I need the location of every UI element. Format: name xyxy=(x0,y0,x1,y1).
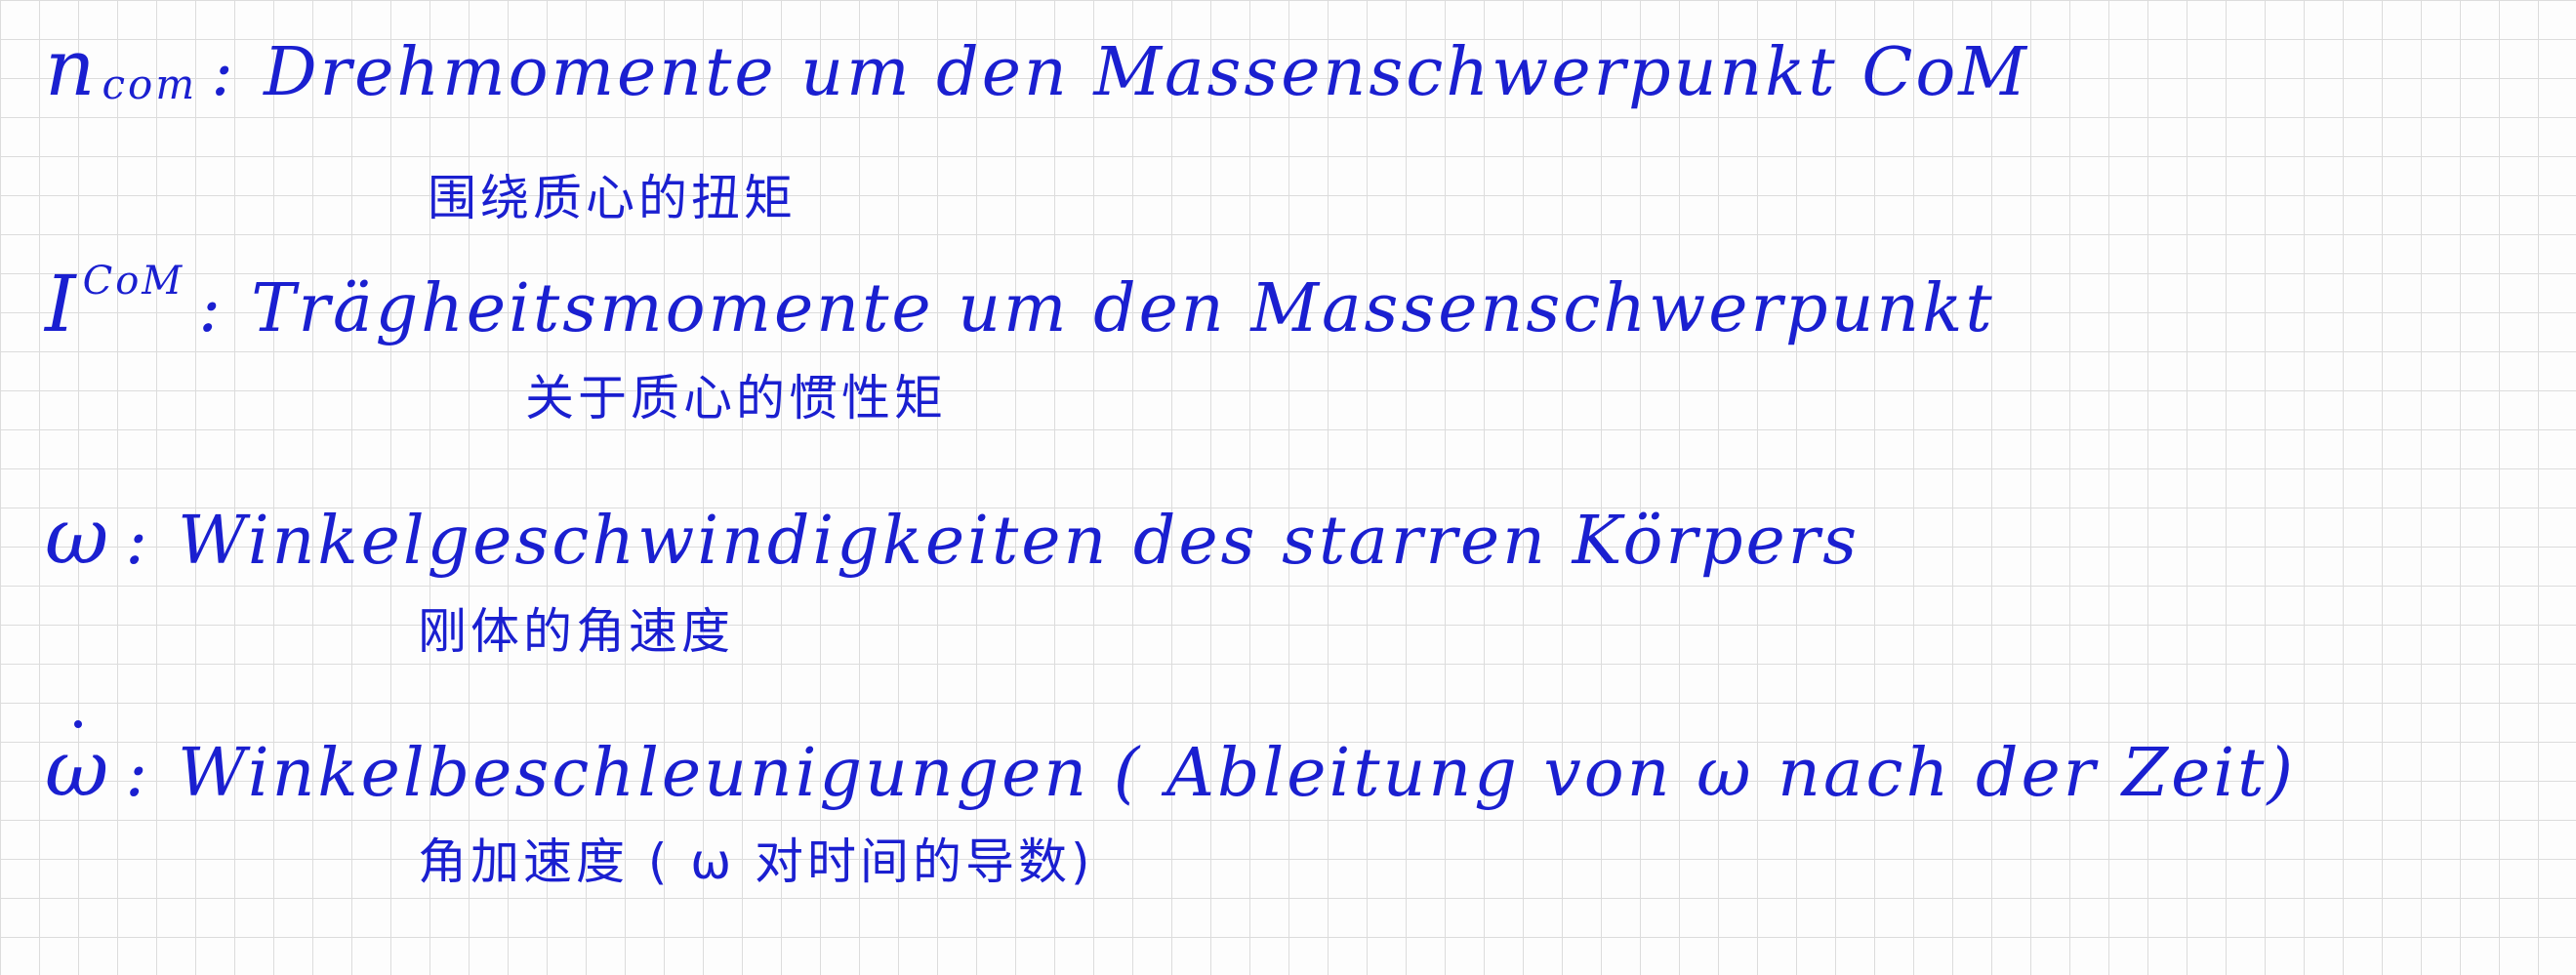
angular-velocity-description-german: Winkelgeschwindigkeiten des starren Körp… xyxy=(178,503,1860,580)
symbol-n: n xyxy=(45,22,99,113)
entry-inertia-german: I CoM: Trägheitsmomente um den Massenschwe… xyxy=(45,262,1995,344)
inertia-description-german: Trägheitsmomente um den Massenschwerpunk… xyxy=(251,270,1995,347)
symbol-omega-dot: ω xyxy=(45,720,112,814)
colon: : xyxy=(125,735,151,812)
entry-angular-acceleration-german: ω: Winkelbeschleunigungen ( Ableitung von… xyxy=(45,720,2296,814)
colon: : xyxy=(211,34,237,111)
symbol-omega: ω xyxy=(45,491,112,582)
angular-acceleration-description-german: Winkelbeschleunigungen ( Ableitung von ω… xyxy=(178,735,2296,812)
symbol-I: I xyxy=(45,259,79,349)
colon: : xyxy=(198,270,225,347)
superscript-com: CoM xyxy=(82,259,185,304)
angular-velocity-description-chinese: 刚体的角速度 xyxy=(418,603,734,660)
entry-torque-german: ncom: Drehmomente um den Massenschwerpunk… xyxy=(45,29,2029,107)
inertia-description-chinese: 关于质心的惯性矩 xyxy=(525,370,947,427)
torque-description-german: Drehmomente um den Massenschwerpunkt CoM xyxy=(264,34,2029,111)
torque-description-chinese: 围绕质心的扭矩 xyxy=(428,170,797,226)
entry-angular-velocity-german: ω: Winkelgeschwindigkeiten des starren Kö… xyxy=(45,498,1860,576)
handwritten-notes-page: ncom: Drehmomente um den Massenschwerpunk… xyxy=(0,0,2576,975)
angular-acceleration-description-chinese: 角加速度 ( ω 对时间的导数) xyxy=(418,833,1094,890)
colon: : xyxy=(125,503,151,580)
subscript-com: com xyxy=(102,61,198,108)
